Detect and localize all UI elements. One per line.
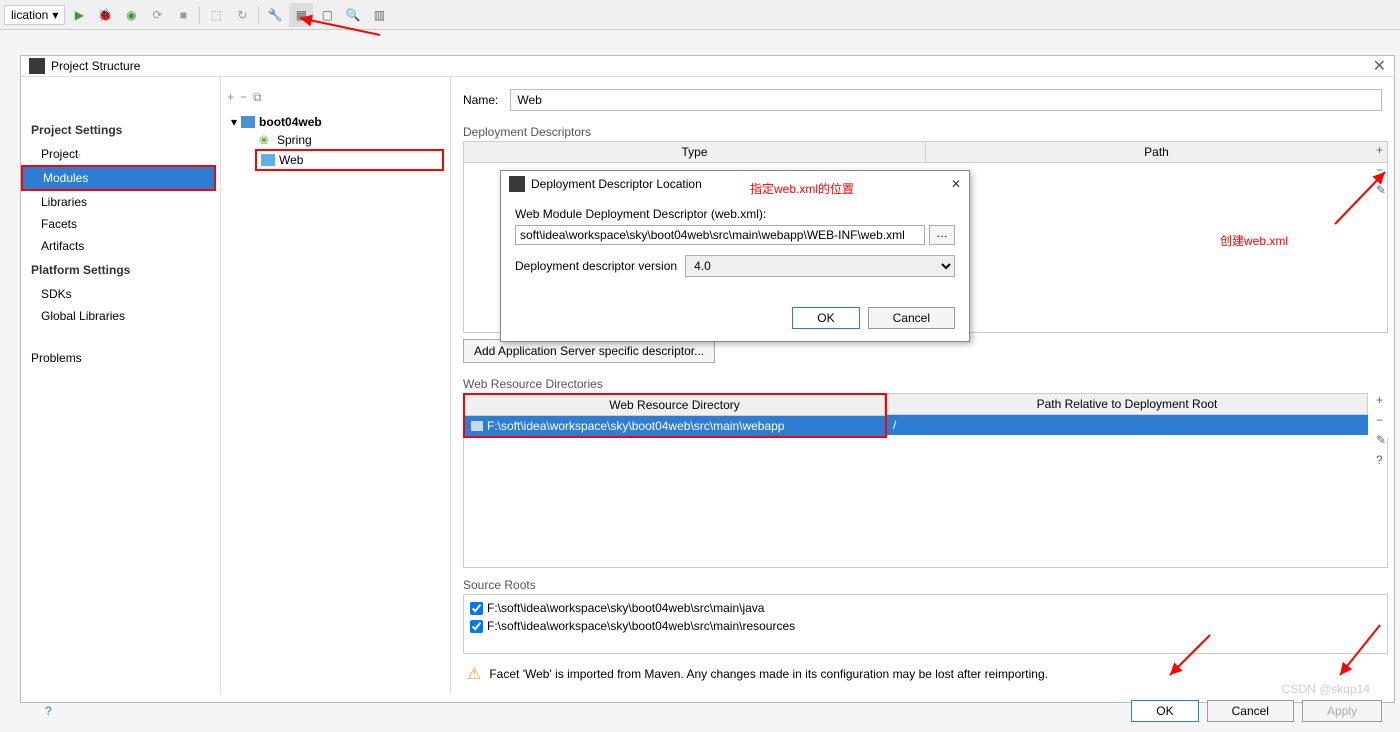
close-icon[interactable]: ✕ xyxy=(951,177,961,191)
main-toolbar: lication ▾ ▶ 🐞 ◉ ⟳ ■ ⬚ ↻ 🔧 ▦ ▢ 🔍 ▥ xyxy=(0,0,1400,30)
module-tree-panel: + − ⧉ ▾ boot04web ❀ Spring Web xyxy=(221,77,451,694)
stop-icon[interactable]: ■ xyxy=(171,3,195,27)
res-col-dir: Web Resource Directory xyxy=(465,395,885,415)
sidebar-item-facets[interactable]: Facets xyxy=(21,213,220,235)
col-path: Path xyxy=(926,142,1387,162)
source-root-1-label: F:\soft\idea\workspace\sky\boot04web\src… xyxy=(487,601,764,615)
dialog-button-bar: ? OK Cancel Apply xyxy=(21,694,1394,732)
sidebar-item-libraries[interactable]: Libraries xyxy=(21,191,220,213)
sidebar-item-modules[interactable]: Modules xyxy=(23,167,214,189)
deployment-descriptor-dialog: Deployment Descriptor Location ✕ Web Mod… xyxy=(500,170,970,342)
sidebar-item-sdks[interactable]: SDKs xyxy=(21,283,220,305)
profile-icon[interactable]: ⟳ xyxy=(145,3,169,27)
inner-dialog-title-bar: Deployment Descriptor Location ✕ xyxy=(501,171,969,197)
inner-dialog-title: Deployment Descriptor Location xyxy=(531,177,702,191)
tree-root-label: boot04web xyxy=(259,115,322,129)
app-icon xyxy=(29,58,45,74)
refresh-icon[interactable]: ↻ xyxy=(230,3,254,27)
sidebar: Project Settings Project Modules Librari… xyxy=(21,77,221,694)
cancel-button[interactable]: Cancel xyxy=(1207,700,1294,722)
spring-icon: ❀ xyxy=(259,133,273,147)
help-res-icon[interactable]: ? xyxy=(1376,453,1386,467)
run-config-dropdown[interactable]: lication ▾ xyxy=(4,5,65,25)
chevron-down-icon: ▾ xyxy=(231,115,237,129)
edit-res-icon[interactable]: ✎ xyxy=(1376,433,1386,447)
warning-text: Facet 'Web' is imported from Maven. Any … xyxy=(489,667,1048,681)
apply-button[interactable]: Apply xyxy=(1302,700,1382,722)
forward-icon[interactable]: → xyxy=(71,146,83,160)
web-res-label: Web Resource Directories xyxy=(463,377,1388,391)
deploy-table-header: Type Path xyxy=(463,141,1388,163)
res-rel-value: / xyxy=(887,415,902,435)
res-table-body xyxy=(463,438,1388,568)
add-descriptor-icon[interactable]: + xyxy=(1376,143,1386,157)
close-icon[interactable]: ✕ xyxy=(1373,56,1386,76)
project-structure-dialog: Project Structure ✕ ← → Project Settings… xyxy=(20,55,1395,703)
warning-row: ⚠ Facet 'Web' is imported from Maven. An… xyxy=(463,654,1388,694)
browse-button[interactable]: … xyxy=(929,225,955,245)
res-dir-value: F:\soft\idea\workspace\sky\boot04web\src… xyxy=(487,419,784,433)
tree-web-label: Web xyxy=(279,153,303,167)
add-server-descriptor-button[interactable]: Add Application Server specific descript… xyxy=(463,339,715,363)
deploy-desc-label: Deployment Descriptors xyxy=(463,125,1388,139)
sidebar-item-artifacts[interactable]: Artifacts xyxy=(21,235,220,257)
coverage-icon[interactable]: ◉ xyxy=(119,3,143,27)
col-type: Type xyxy=(464,142,926,162)
source-root-2-label: F:\soft\idea\workspace\sky\boot04web\src… xyxy=(487,619,795,633)
ok-button[interactable]: OK xyxy=(1131,700,1198,722)
source-root-2-row[interactable]: F:\soft\idea\workspace\sky\boot04web\src… xyxy=(470,617,1381,635)
run-icon[interactable]: ▶ xyxy=(67,3,91,27)
help-icon[interactable]: ? xyxy=(45,704,52,718)
sidebar-item-global-libs[interactable]: Global Libraries xyxy=(21,305,220,327)
window-icon[interactable]: ▢ xyxy=(315,3,339,27)
source-root-2-checkbox[interactable] xyxy=(470,620,483,633)
version-label: Deployment descriptor version xyxy=(515,259,677,273)
tree-spring[interactable]: ❀ Spring xyxy=(255,131,450,149)
dialog-title-bar: Project Structure ✕ xyxy=(21,56,1394,77)
edit-descriptor-icon[interactable]: ✎ xyxy=(1376,183,1386,197)
remove-icon[interactable]: − xyxy=(240,90,247,104)
version-select[interactable]: 4.0 xyxy=(685,255,955,277)
add-icon[interactable]: + xyxy=(227,90,234,104)
name-input[interactable] xyxy=(510,89,1382,111)
tree-root[interactable]: ▾ boot04web xyxy=(227,113,450,131)
watermark: CSDN @skqp14 xyxy=(1282,682,1370,696)
wrench-icon[interactable]: 🔧 xyxy=(263,3,287,27)
descriptor-path-input[interactable] xyxy=(515,225,925,245)
source-root-1-row[interactable]: F:\soft\idea\workspace\sky\boot04web\src… xyxy=(470,599,1381,617)
descriptor-label: Web Module Deployment Descriptor (web.xm… xyxy=(515,207,955,221)
remove-res-icon[interactable]: − xyxy=(1376,413,1386,427)
remove-descriptor-icon[interactable]: − xyxy=(1376,163,1386,177)
inner-ok-button[interactable]: OK xyxy=(792,307,859,329)
project-structure-icon[interactable]: ▦ xyxy=(289,3,313,27)
sidebar-item-problems[interactable]: Problems xyxy=(21,347,220,369)
back-icon[interactable]: ← xyxy=(51,146,63,160)
source-roots-label: Source Roots xyxy=(463,578,1388,592)
sidebar-heading-project: Project Settings xyxy=(21,117,220,143)
structure-icon[interactable]: ▥ xyxy=(367,3,391,27)
res-col-rel: Path Relative to Deployment Root xyxy=(887,394,1367,414)
folder-icon xyxy=(471,421,483,431)
copy-icon[interactable]: ⧉ xyxy=(253,90,262,105)
warning-icon: ⚠ xyxy=(467,664,481,684)
web-icon xyxy=(261,154,275,166)
chevron-down-icon: ▾ xyxy=(52,8,58,22)
inner-cancel-button[interactable]: Cancel xyxy=(868,307,955,329)
sidebar-heading-platform: Platform Settings xyxy=(21,257,220,283)
name-label: Name: xyxy=(463,93,498,107)
module-icon xyxy=(241,116,255,128)
search-icon[interactable]: 🔍 xyxy=(341,3,365,27)
tree-spring-label: Spring xyxy=(277,133,312,147)
add-res-icon[interactable]: + xyxy=(1376,393,1386,407)
tree-web[interactable]: Web xyxy=(257,151,442,169)
dropdown-label: lication xyxy=(11,8,48,22)
nav-arrows: ← → xyxy=(51,146,83,160)
source-root-1-checkbox[interactable] xyxy=(470,602,483,615)
debug-icon[interactable]: 🐞 xyxy=(93,3,117,27)
dialog-title: Project Structure xyxy=(51,59,140,73)
app-icon xyxy=(509,176,525,192)
git-icon[interactable]: ⬚ xyxy=(204,3,228,27)
